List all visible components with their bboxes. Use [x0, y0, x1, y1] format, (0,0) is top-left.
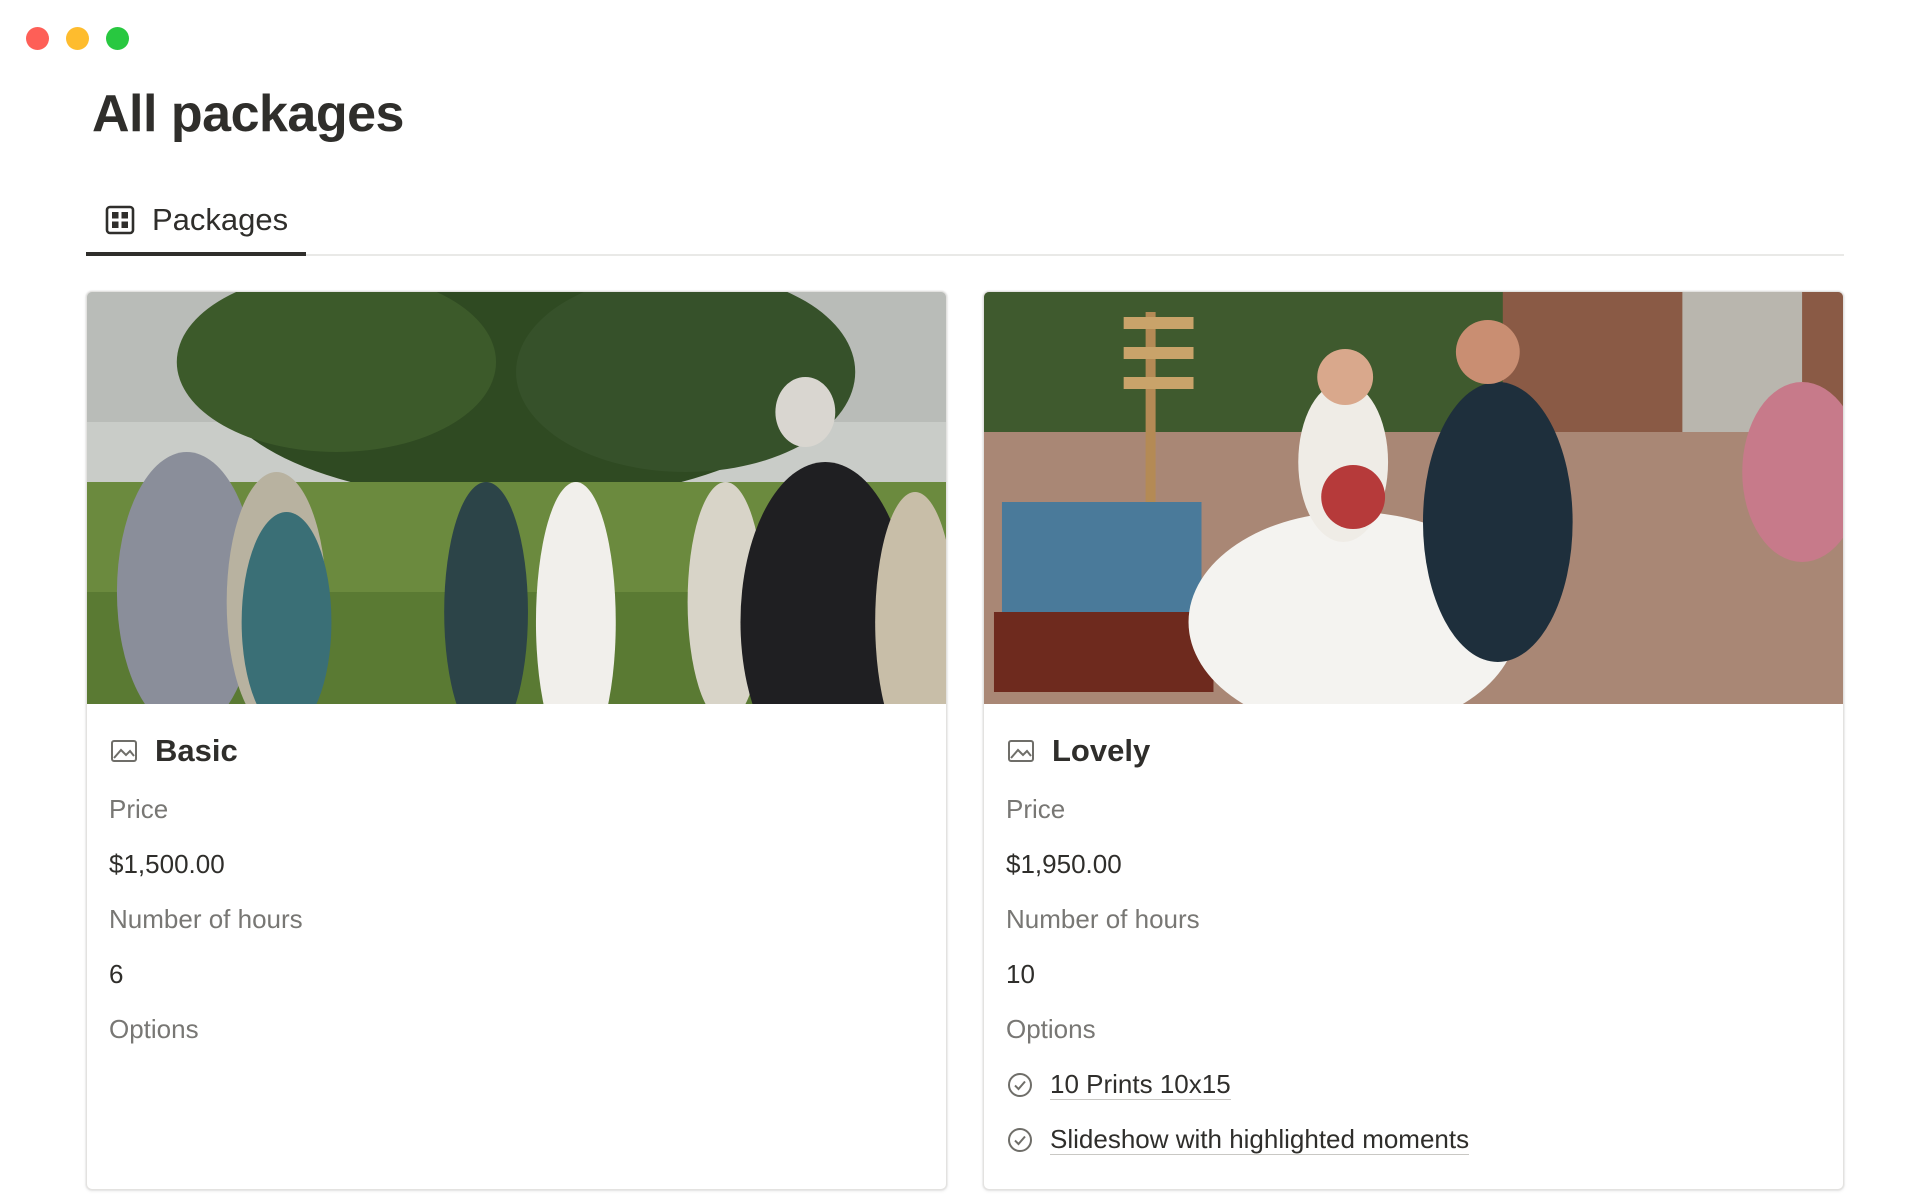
hours-value: 10 — [1006, 959, 1035, 989]
hours-label: Number of hours — [109, 904, 303, 934]
image-page-icon — [1008, 740, 1034, 762]
price-value: $1,950.00 — [1006, 849, 1122, 879]
check-circle-icon — [1008, 1127, 1032, 1152]
option-item[interactable]: Slideshow with highlighted moments — [1006, 1123, 1821, 1156]
price-label: Price — [109, 794, 169, 824]
zoom-window-button[interactable] — [106, 27, 129, 50]
card-title: Lovely — [1052, 733, 1151, 768]
page-title: All packages — [92, 85, 404, 143]
card-title: Basic — [155, 733, 238, 768]
option-label: Slideshow with highlighted moments — [1050, 1124, 1470, 1155]
image-page-icon — [111, 740, 137, 762]
options-label: Options — [109, 1014, 199, 1044]
view-tabs: Packages — [86, 188, 1844, 256]
tab-label: Packages — [152, 202, 289, 237]
table-grid-icon — [105, 205, 135, 235]
minimize-window-button[interactable] — [66, 27, 89, 50]
price-label: Price — [1006, 794, 1066, 824]
card-cover-image — [984, 292, 1843, 704]
close-window-button[interactable] — [26, 27, 49, 50]
package-card-basic[interactable]: Basic Price $1,500.00 Number of hours 6 … — [86, 291, 947, 1190]
window-controls — [26, 27, 129, 50]
tab-packages[interactable]: Packages — [86, 188, 306, 256]
options-label: Options — [1006, 1014, 1096, 1044]
package-card-lovely[interactable]: Lovely Price $1,950.00 Number of hours 1… — [983, 291, 1844, 1190]
price-value: $1,500.00 — [109, 849, 225, 879]
option-item[interactable]: 10 Prints 10x15 — [1006, 1068, 1821, 1101]
card-cover-image — [87, 292, 946, 704]
option-label: 10 Prints 10x15 — [1050, 1069, 1231, 1100]
hours-value: 6 — [109, 959, 124, 989]
hours-label: Number of hours — [1006, 904, 1200, 934]
check-circle-icon — [1008, 1072, 1032, 1097]
